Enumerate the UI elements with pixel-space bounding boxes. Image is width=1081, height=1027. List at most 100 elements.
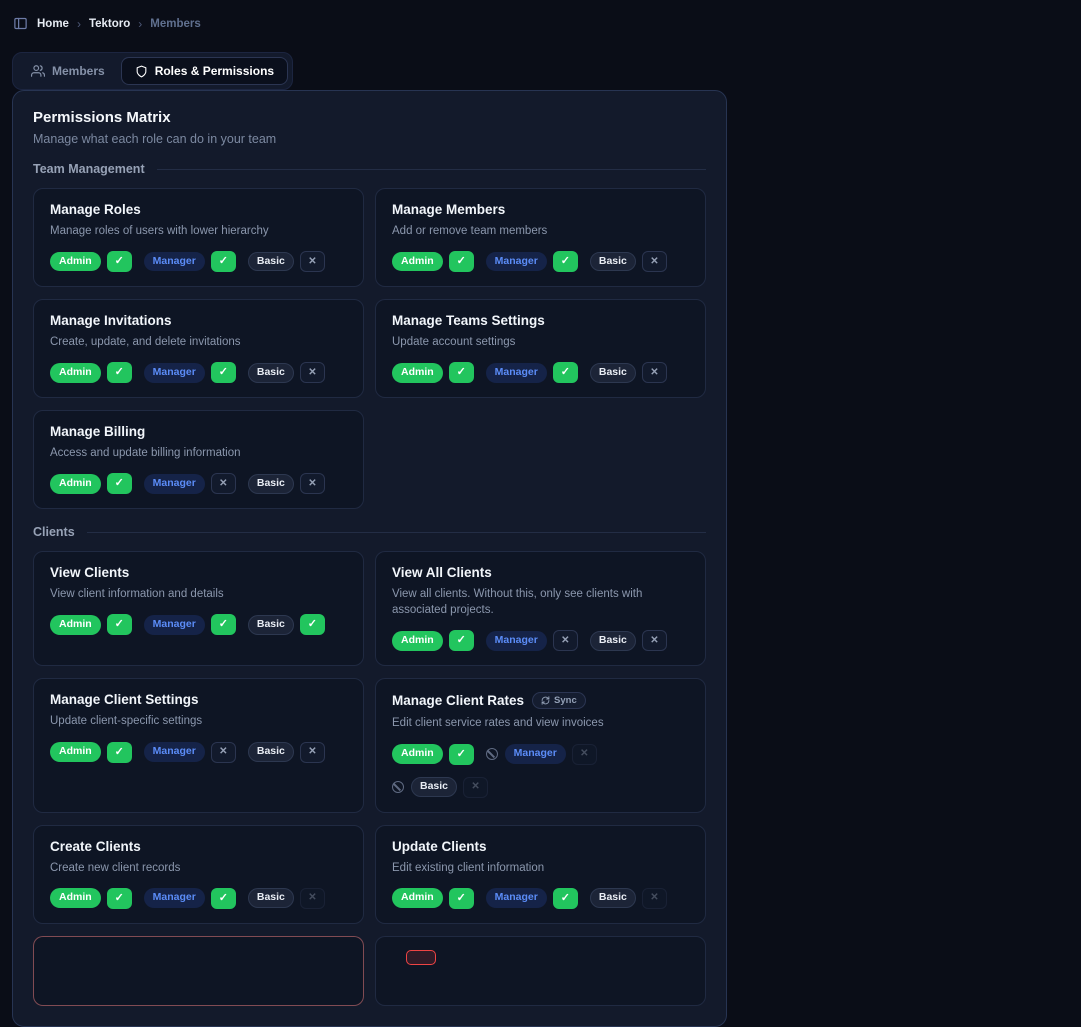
role-badge-admin: Admin: [392, 363, 443, 383]
permission-grant-toggle[interactable]: ✓: [553, 251, 578, 272]
role-badge-manager: Manager: [505, 744, 566, 764]
permission-grant-toggle[interactable]: ✓: [300, 614, 325, 635]
tab-bar: Members Roles & Permissions: [12, 52, 293, 90]
permission-deny-toggle[interactable]: ✕: [642, 251, 667, 272]
permission-card: Update ClientsEdit existing client infor…: [375, 825, 706, 924]
check-icon: ✓: [115, 747, 124, 758]
permission-deny-toggle[interactable]: ✕: [300, 362, 325, 383]
page-title: Permissions Matrix: [33, 109, 706, 126]
check-icon: ✓: [115, 478, 124, 489]
check-icon: ✓: [219, 367, 228, 378]
permission-grant-toggle[interactable]: ✓: [449, 744, 474, 765]
role-group-basic: Basic✕: [248, 888, 325, 909]
role-toggles-row: Admin✓Manager✕Basic✕: [392, 630, 689, 651]
permission-grant-toggle[interactable]: ✓: [107, 888, 132, 909]
permission-deny-toggle: ✕: [300, 888, 325, 909]
permission-grant-toggle[interactable]: ✓: [211, 614, 236, 635]
card-title-row: Manage Client RatesSync: [392, 692, 689, 709]
breadcrumb-home[interactable]: Home: [37, 18, 69, 30]
permission-grant-toggle[interactable]: ✓: [107, 251, 132, 272]
role-badge-manager: Manager: [486, 631, 547, 651]
permission-card: View Clients View client information and …: [33, 551, 364, 666]
section-title: Clients: [33, 525, 75, 539]
card-description: Access and update billing information: [50, 445, 347, 461]
role-group-basic: Basic✕: [248, 473, 325, 494]
permission-grant-toggle[interactable]: ✓: [107, 742, 132, 763]
role-group-manager: Manager✕: [486, 744, 597, 765]
role-badge-admin: Admin: [392, 252, 443, 272]
permission-card: Manage Client RatesSyncEdit client servi…: [375, 678, 706, 812]
x-icon: ✕: [650, 893, 658, 903]
permission-deny-toggle[interactable]: ✕: [300, 473, 325, 494]
permission-card: Manage Teams SettingsUpdate account sett…: [375, 299, 706, 398]
permission-grant-toggle[interactable]: ✓: [211, 362, 236, 383]
role-group-admin: Admin ✓: [392, 744, 474, 765]
check-icon: ✓: [561, 256, 570, 267]
permission-deny-toggle[interactable]: ✕: [300, 251, 325, 272]
role-group-manager: Manager✓: [144, 614, 236, 635]
card-description: View client information and details: [50, 586, 347, 602]
permission-grant-toggle[interactable]: ✓: [107, 362, 132, 383]
check-icon: ✓: [115, 619, 124, 630]
permission-grant-toggle[interactable]: ✓: [211, 888, 236, 909]
permission-grant-toggle[interactable]: ✓: [449, 362, 474, 383]
x-icon: ✕: [219, 479, 227, 489]
role-group-manager: Manager✓: [486, 362, 578, 383]
tab-members[interactable]: Members: [17, 57, 119, 85]
role-toggles-row: Admin✓Manager✓Basic✓: [50, 614, 347, 635]
role-group-admin: Admin ✓: [50, 473, 132, 494]
section-divider: [87, 532, 706, 533]
check-icon: ✓: [308, 619, 317, 630]
section-divider: [157, 169, 706, 170]
role-group-basic: Basic ✕: [248, 251, 325, 272]
check-icon: ✓: [457, 893, 466, 904]
role-badge-admin: Admin: [50, 474, 101, 494]
permission-grant-toggle[interactable]: ✓: [449, 251, 474, 272]
permission-grant-toggle[interactable]: ✓: [211, 251, 236, 272]
sidebar-toggle-icon[interactable]: [13, 16, 28, 31]
chevron-right-icon: ›: [138, 18, 142, 30]
permission-deny-toggle: ✕: [642, 888, 667, 909]
role-toggles-row: Admin ✓ Manager✕ Basic✕: [50, 473, 347, 494]
permission-card: Manage Client SettingsUpdate client-spec…: [33, 678, 364, 812]
role-group-manager: Manager✕: [144, 742, 236, 763]
permission-deny-toggle[interactable]: ✕: [211, 473, 236, 494]
chevron-right-icon: ›: [77, 18, 81, 30]
x-icon: ✕: [308, 893, 316, 903]
role-badge-basic: Basic: [248, 252, 294, 272]
permission-deny-toggle[interactable]: ✕: [642, 362, 667, 383]
permission-grant-toggle[interactable]: ✓: [107, 614, 132, 635]
x-icon: ✕: [650, 368, 658, 378]
card-title-row: View All Clients: [392, 565, 689, 580]
sync-badge: Sync: [532, 692, 586, 709]
check-icon: ✓: [219, 619, 228, 630]
section-header: Team Management: [33, 162, 706, 176]
permission-deny-toggle[interactable]: ✕: [553, 630, 578, 651]
card-title-row: Update Clients: [392, 839, 689, 854]
x-icon: ✕: [561, 636, 569, 646]
role-group-admin: Admin✓: [50, 742, 132, 763]
permission-grant-toggle[interactable]: ✓: [553, 888, 578, 909]
permission-grant-toggle[interactable]: ✓: [449, 888, 474, 909]
permission-grant-toggle[interactable]: ✓: [449, 630, 474, 651]
permission-deny-toggle[interactable]: ✕: [642, 630, 667, 651]
role-badge-basic: Basic: [248, 363, 294, 383]
permission-grant-toggle[interactable]: ✓: [107, 473, 132, 494]
role-group-admin: Admin✓: [50, 614, 132, 635]
permission-deny-toggle[interactable]: ✕: [211, 742, 236, 763]
card-title-row: View Clients: [50, 565, 347, 580]
tab-roles-permissions[interactable]: Roles & Permissions: [121, 57, 288, 85]
card-description: Create new client records: [50, 860, 347, 876]
permission-grant-toggle[interactable]: ✓: [553, 362, 578, 383]
card-description: Update client-specific settings: [50, 713, 347, 729]
role-badge-manager: Manager: [144, 363, 205, 383]
role-group-manager: Manager✕: [144, 473, 236, 494]
permission-deny-toggle[interactable]: ✕: [300, 742, 325, 763]
card-title-row: Manage Teams Settings: [392, 313, 689, 328]
breadcrumb-team[interactable]: Tektoro: [89, 18, 130, 30]
card-title-row: Manage Members: [392, 202, 689, 217]
role-group-admin: Admin ✓: [392, 362, 474, 383]
permission-card: Manage BillingAccess and update billing …: [33, 410, 364, 509]
role-badge-admin: Admin: [392, 744, 443, 764]
permission-grid: View Clients View client information and …: [33, 551, 706, 923]
